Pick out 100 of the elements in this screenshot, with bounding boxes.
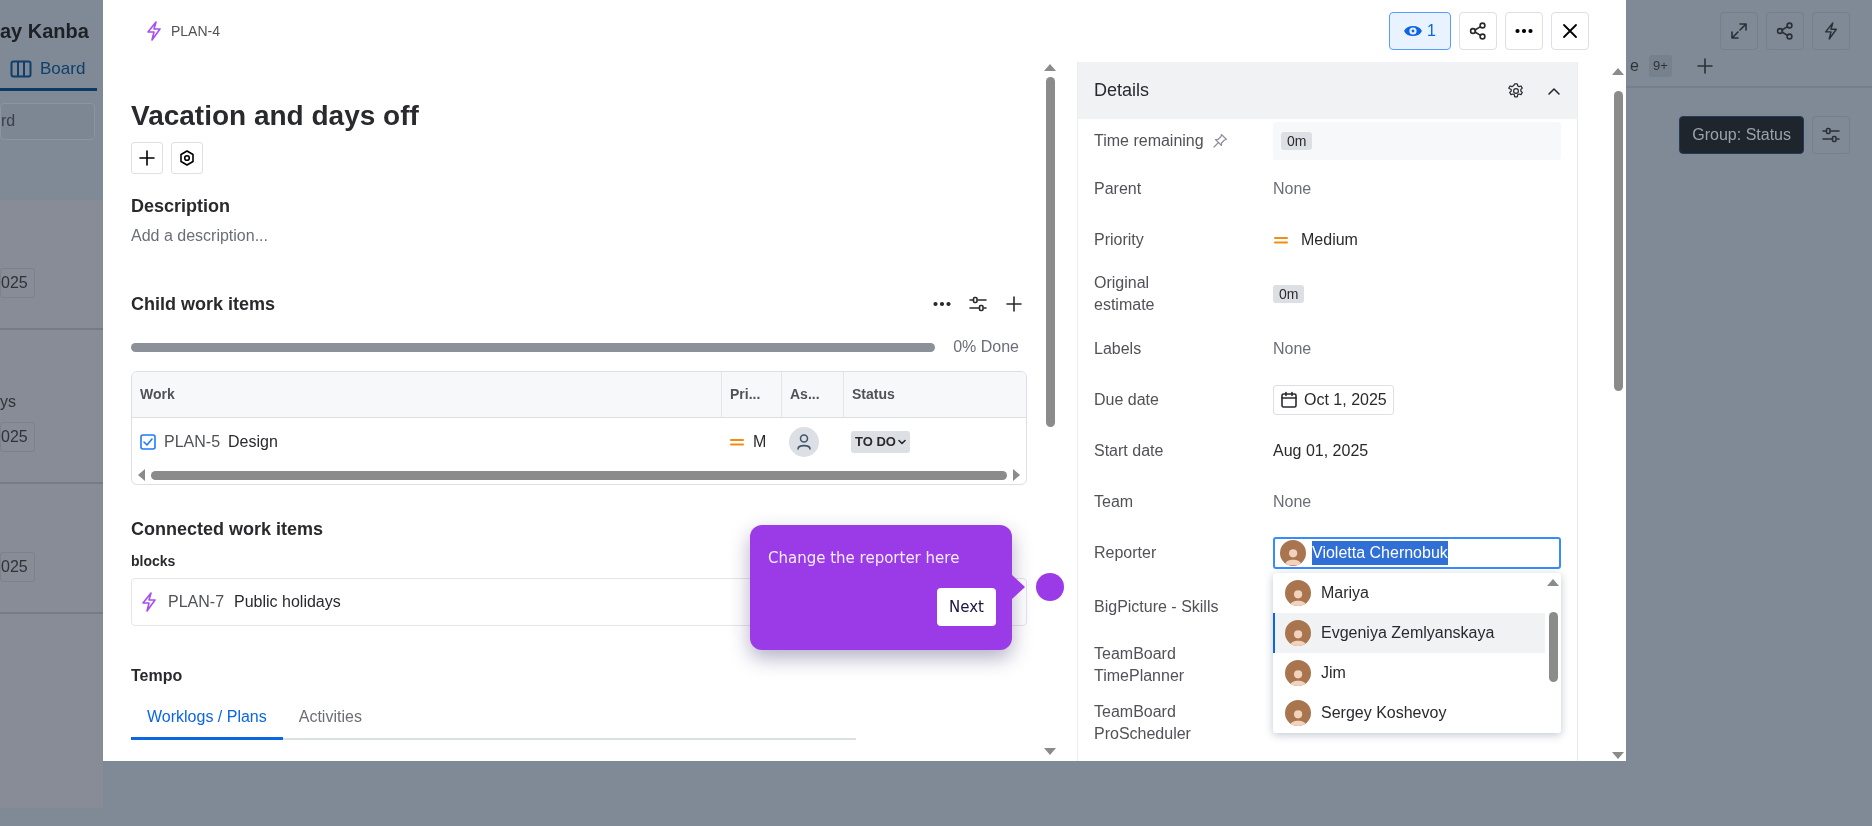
avatar <box>1285 620 1311 646</box>
description-field[interactable]: Add a description... <box>131 223 1027 248</box>
issue-title: Vacation and days off <box>131 99 420 133</box>
time-field[interactable]: 0m <box>1273 122 1561 160</box>
scroll-up-arrow-icon[interactable] <box>1546 577 1560 588</box>
tooltip-text: Change the reporter here <box>768 548 960 569</box>
tour-beacon[interactable] <box>1036 573 1064 601</box>
time-badge: 0m <box>1281 132 1313 150</box>
next-button[interactable]: Next <box>937 587 996 626</box>
details-header[interactable]: Details <box>1078 62 1577 119</box>
section-heading: Description <box>131 196 232 218</box>
lightning-icon <box>1823 22 1839 40</box>
group-by-button[interactable]: Group: Status <box>1679 116 1804 154</box>
filter-button[interactable] <box>1812 116 1850 154</box>
date-tag: 025 <box>0 421 35 452</box>
avatar <box>1285 660 1311 686</box>
more-icon[interactable] <box>933 301 951 308</box>
column-header[interactable]: Pri... <box>721 372 781 418</box>
date-tag: 025 <box>0 267 35 298</box>
field-label: Reporter <box>1094 542 1157 563</box>
scroll-down-arrow-icon[interactable] <box>1043 746 1057 757</box>
dropdown-option[interactable]: Jim <box>1273 653 1545 693</box>
scroll-down-arrow-icon[interactable] <box>1611 750 1625 761</box>
issue-summary[interactable]: Public holidays <box>234 589 341 614</box>
section-heading: Child work items <box>131 293 276 316</box>
apps-button[interactable] <box>171 142 203 174</box>
chevron-up-icon[interactable] <box>1547 85 1561 96</box>
calendar-icon <box>1280 390 1298 409</box>
scrollbar-thumb[interactable] <box>1045 77 1055 427</box>
scrollbar-thumb[interactable] <box>151 470 1007 480</box>
count-badge: 9+ <box>1648 55 1672 77</box>
field-label: Time remaining <box>1094 131 1204 151</box>
field-label: Original estimate <box>1094 273 1156 315</box>
search-field[interactable]: rd <box>0 102 95 140</box>
field-label: Parent <box>1094 178 1142 199</box>
field-label: Priority <box>1094 229 1144 250</box>
column-header[interactable]: As... <box>781 372 843 418</box>
settings-icon[interactable] <box>1507 81 1525 100</box>
chevron-down-icon <box>897 439 906 446</box>
priority-medium-icon <box>729 437 745 448</box>
reporter-field[interactable]: Violetta Chernobuk <box>1273 536 1561 569</box>
assignee-avatar[interactable] <box>789 427 819 458</box>
view-tab[interactable]: e <box>1630 54 1639 78</box>
close-button[interactable] <box>1551 12 1589 50</box>
expand-button[interactable] <box>1720 12 1758 50</box>
filter-icon[interactable] <box>969 296 987 313</box>
priority-text: M <box>753 432 767 453</box>
date-field[interactable]: Oct 1, 2025 <box>1273 384 1394 415</box>
scrollbar-thumb[interactable] <box>1548 612 1558 682</box>
scroll-right-arrow-icon[interactable] <box>1011 468 1022 483</box>
avatar <box>1285 700 1311 726</box>
dropdown-option[interactable]: Sergey Koshevoy <box>1273 693 1545 733</box>
more-icon <box>1515 28 1533 34</box>
tab[interactable]: Worklogs / Plans <box>131 696 283 740</box>
avatar <box>1285 580 1311 606</box>
dropdown-option[interactable]: Mariya <box>1273 573 1545 613</box>
avatar <box>1280 539 1306 566</box>
filter-icon <box>1822 127 1840 143</box>
board-icon[interactable] <box>10 59 32 78</box>
section-heading: Tempo <box>131 665 184 685</box>
progress-label: 0% Done <box>953 337 1019 358</box>
issue-key[interactable]: PLAN-4 <box>171 20 221 42</box>
lightning-icon <box>145 21 163 41</box>
add-icon[interactable] <box>1005 295 1023 314</box>
field-value[interactable]: None <box>1273 176 1312 201</box>
field-label: TeamBoard TimePlanner <box>1094 644 1186 686</box>
scroll-left-arrow-icon[interactable] <box>136 468 147 483</box>
dropdown-option[interactable]: Evgeniya Zemlyanskaya <box>1273 613 1545 653</box>
tab[interactable]: Activities <box>282 696 378 740</box>
add-button[interactable] <box>131 142 163 174</box>
priority-medium-icon <box>1273 234 1289 245</box>
eye-icon <box>1404 24 1423 38</box>
pin-icon[interactable] <box>1211 133 1228 149</box>
more-button[interactable] <box>1505 12 1543 50</box>
field-label: Team <box>1094 491 1134 512</box>
field-value[interactable]: Medium <box>1301 227 1358 252</box>
share-icon <box>1469 22 1487 40</box>
automation-button[interactable] <box>1812 12 1850 50</box>
card-title: ys <box>0 391 17 412</box>
scrollbar-thumb[interactable] <box>1613 91 1623 391</box>
scroll-up-arrow-icon[interactable] <box>1043 62 1057 73</box>
field-label: TeamBoard ProScheduler <box>1094 702 1192 744</box>
field-value[interactable]: None <box>1273 489 1312 514</box>
time-badge: 0m <box>1273 285 1305 303</box>
issue-summary[interactable]: Design <box>228 430 278 455</box>
field-value[interactable]: None <box>1273 336 1312 361</box>
hexagon-icon <box>179 150 195 166</box>
expand-icon <box>1730 22 1748 40</box>
date-tag: 025 <box>0 551 35 582</box>
field-value[interactable]: Aug 01, 2025 <box>1273 438 1369 463</box>
plus-icon <box>138 149 156 167</box>
watch-button[interactable]: 1 <box>1389 12 1451 50</box>
column-header[interactable]: Work <box>132 372 721 418</box>
close-icon <box>1562 23 1578 39</box>
scroll-up-arrow-icon[interactable] <box>1611 66 1625 77</box>
issue-key[interactable]: PLAN-7 <box>168 589 225 614</box>
issue-key[interactable]: PLAN-5 <box>164 430 221 455</box>
status-dropdown[interactable]: TO DO <box>851 431 910 453</box>
column-header[interactable]: Status <box>843 372 1026 418</box>
board-title: ay Kanba <box>0 19 90 44</box>
